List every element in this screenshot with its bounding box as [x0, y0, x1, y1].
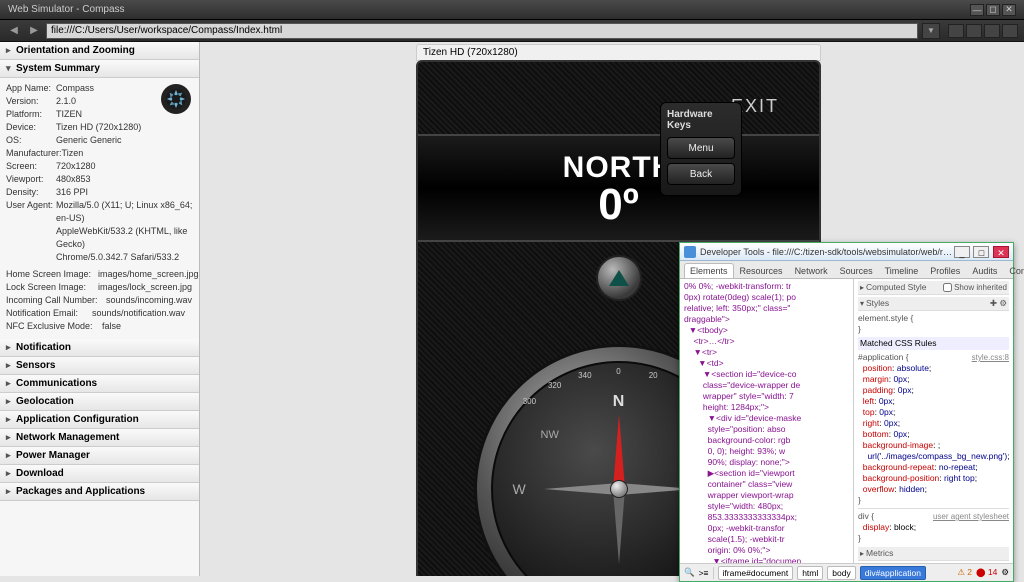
- system-summary-body: App Name:Compass Version:2.1.0 Platform:…: [0, 78, 199, 339]
- tab-resources[interactable]: Resources: [734, 263, 789, 278]
- breadcrumb-iframe[interactable]: iframe#document: [718, 566, 794, 580]
- degrees-label: 0º: [598, 185, 639, 225]
- device-frame-title: Tizen HD (720x1280): [416, 44, 821, 61]
- devtools-favicon-icon: [684, 246, 696, 258]
- hardware-keys-title: Hardware Keys: [667, 109, 735, 131]
- devtools-tabs: Elements Resources Network Sources Timel…: [680, 261, 1013, 279]
- cardinal-n: N: [613, 393, 625, 411]
- tab-elements[interactable]: Elements: [684, 263, 734, 278]
- warning-count[interactable]: ⚠ 2: [957, 567, 972, 578]
- devtools-titlebar: Developer Tools - file:///C:/tizen-sdk/t…: [680, 243, 1013, 261]
- console-toggle-icon[interactable]: >≡: [699, 568, 709, 578]
- toolbar-btn-1[interactable]: [948, 24, 964, 38]
- tab-profiles[interactable]: Profiles: [924, 263, 966, 278]
- tizen-logo-icon: [161, 84, 191, 114]
- styles-pane[interactable]: ▸Computed Style Show inherited ▾Styles✚ …: [853, 279, 1013, 563]
- devtools-maximize-button[interactable]: □: [973, 246, 989, 258]
- accordion-communications[interactable]: ▸Communications: [0, 375, 199, 393]
- devtools-window[interactable]: Developer Tools - file:///C:/tizen-sdk/t…: [679, 242, 1014, 582]
- error-count[interactable]: ⬤ 14: [976, 567, 997, 578]
- accordion-packages[interactable]: ▸Packages and Applications: [0, 483, 199, 501]
- hardware-keys-panel: Hardware Keys Menu Back: [660, 102, 742, 196]
- settings-gear-icon[interactable]: ⚙: [1001, 567, 1009, 578]
- heading-display: NORTH 0º: [418, 134, 819, 242]
- hw-back-button[interactable]: Back: [667, 163, 735, 185]
- cardinal-nw: NW: [541, 429, 559, 441]
- history-back-icon[interactable]: ◀: [6, 23, 22, 39]
- accordion-network[interactable]: ▸Network Management: [0, 429, 199, 447]
- dom-tree[interactable]: 0% 0%; -webkit-transform: tr0px) rotate(…: [680, 279, 853, 563]
- tab-network[interactable]: Network: [789, 263, 834, 278]
- accordion-geolocation[interactable]: ▸Geolocation: [0, 393, 199, 411]
- show-inherited-checkbox[interactable]: [943, 283, 952, 292]
- accordion-system-summary[interactable]: ▾System Summary: [0, 60, 199, 78]
- hw-menu-button[interactable]: Menu: [667, 137, 735, 159]
- close-button[interactable]: ✕: [1002, 4, 1016, 16]
- breadcrumb-body[interactable]: body: [827, 566, 855, 580]
- tab-audits[interactable]: Audits: [966, 263, 1003, 278]
- breadcrumb-html[interactable]: html: [797, 566, 823, 580]
- devtools-title: Developer Tools - file:///C:/tizen-sdk/t…: [700, 247, 953, 257]
- app-titlebar: Web Simulator - Compass — ◻ ✕: [0, 0, 1024, 20]
- accordion-notification[interactable]: ▸Notification: [0, 339, 199, 357]
- address-bar: ◀ ▶ ▼: [0, 20, 1024, 42]
- accordion-power[interactable]: ▸Power Manager: [0, 447, 199, 465]
- triangle-up-icon: [609, 270, 629, 286]
- toolbar-btn-4[interactable]: [1002, 24, 1018, 38]
- accordion-orientation[interactable]: ▸Orientation and Zooming: [0, 42, 199, 60]
- devtools-close-button[interactable]: ✕: [993, 246, 1009, 258]
- history-forward-icon[interactable]: ▶: [26, 23, 42, 39]
- tab-timeline[interactable]: Timeline: [879, 263, 925, 278]
- toolbar-btn-3[interactable]: [984, 24, 1000, 38]
- cardinal-w: W: [513, 481, 526, 497]
- toolbar-btn-2[interactable]: [966, 24, 982, 38]
- north-indicator-button[interactable]: [596, 255, 642, 301]
- accordion-download[interactable]: ▸Download: [0, 465, 199, 483]
- url-dropdown-icon[interactable]: ▼: [922, 23, 940, 39]
- devtools-minimize-button[interactable]: _: [954, 246, 970, 258]
- inspect-icon[interactable]: 🔍: [684, 567, 695, 578]
- simulator-area: Tizen HD (720x1280) EXIT NORTH 0º 0 20 4…: [200, 42, 1024, 576]
- tab-sources[interactable]: Sources: [834, 263, 879, 278]
- maximize-button[interactable]: ◻: [986, 4, 1000, 16]
- minimize-button[interactable]: —: [970, 4, 984, 16]
- url-input[interactable]: [46, 23, 918, 39]
- accordion-app-config[interactable]: ▸Application Configuration: [0, 411, 199, 429]
- devtools-statusbar: 🔍 >≡ iframe#document html body div#appli…: [680, 563, 1013, 581]
- tab-console[interactable]: Console: [1003, 263, 1024, 278]
- window-controls: — ◻ ✕: [970, 4, 1016, 16]
- breadcrumb-app[interactable]: div#application: [860, 566, 926, 580]
- app-title: Web Simulator - Compass: [8, 4, 125, 15]
- accordion-sensors[interactable]: ▸Sensors: [0, 357, 199, 375]
- left-sidebar: ▸Orientation and Zooming ▾System Summary…: [0, 42, 200, 576]
